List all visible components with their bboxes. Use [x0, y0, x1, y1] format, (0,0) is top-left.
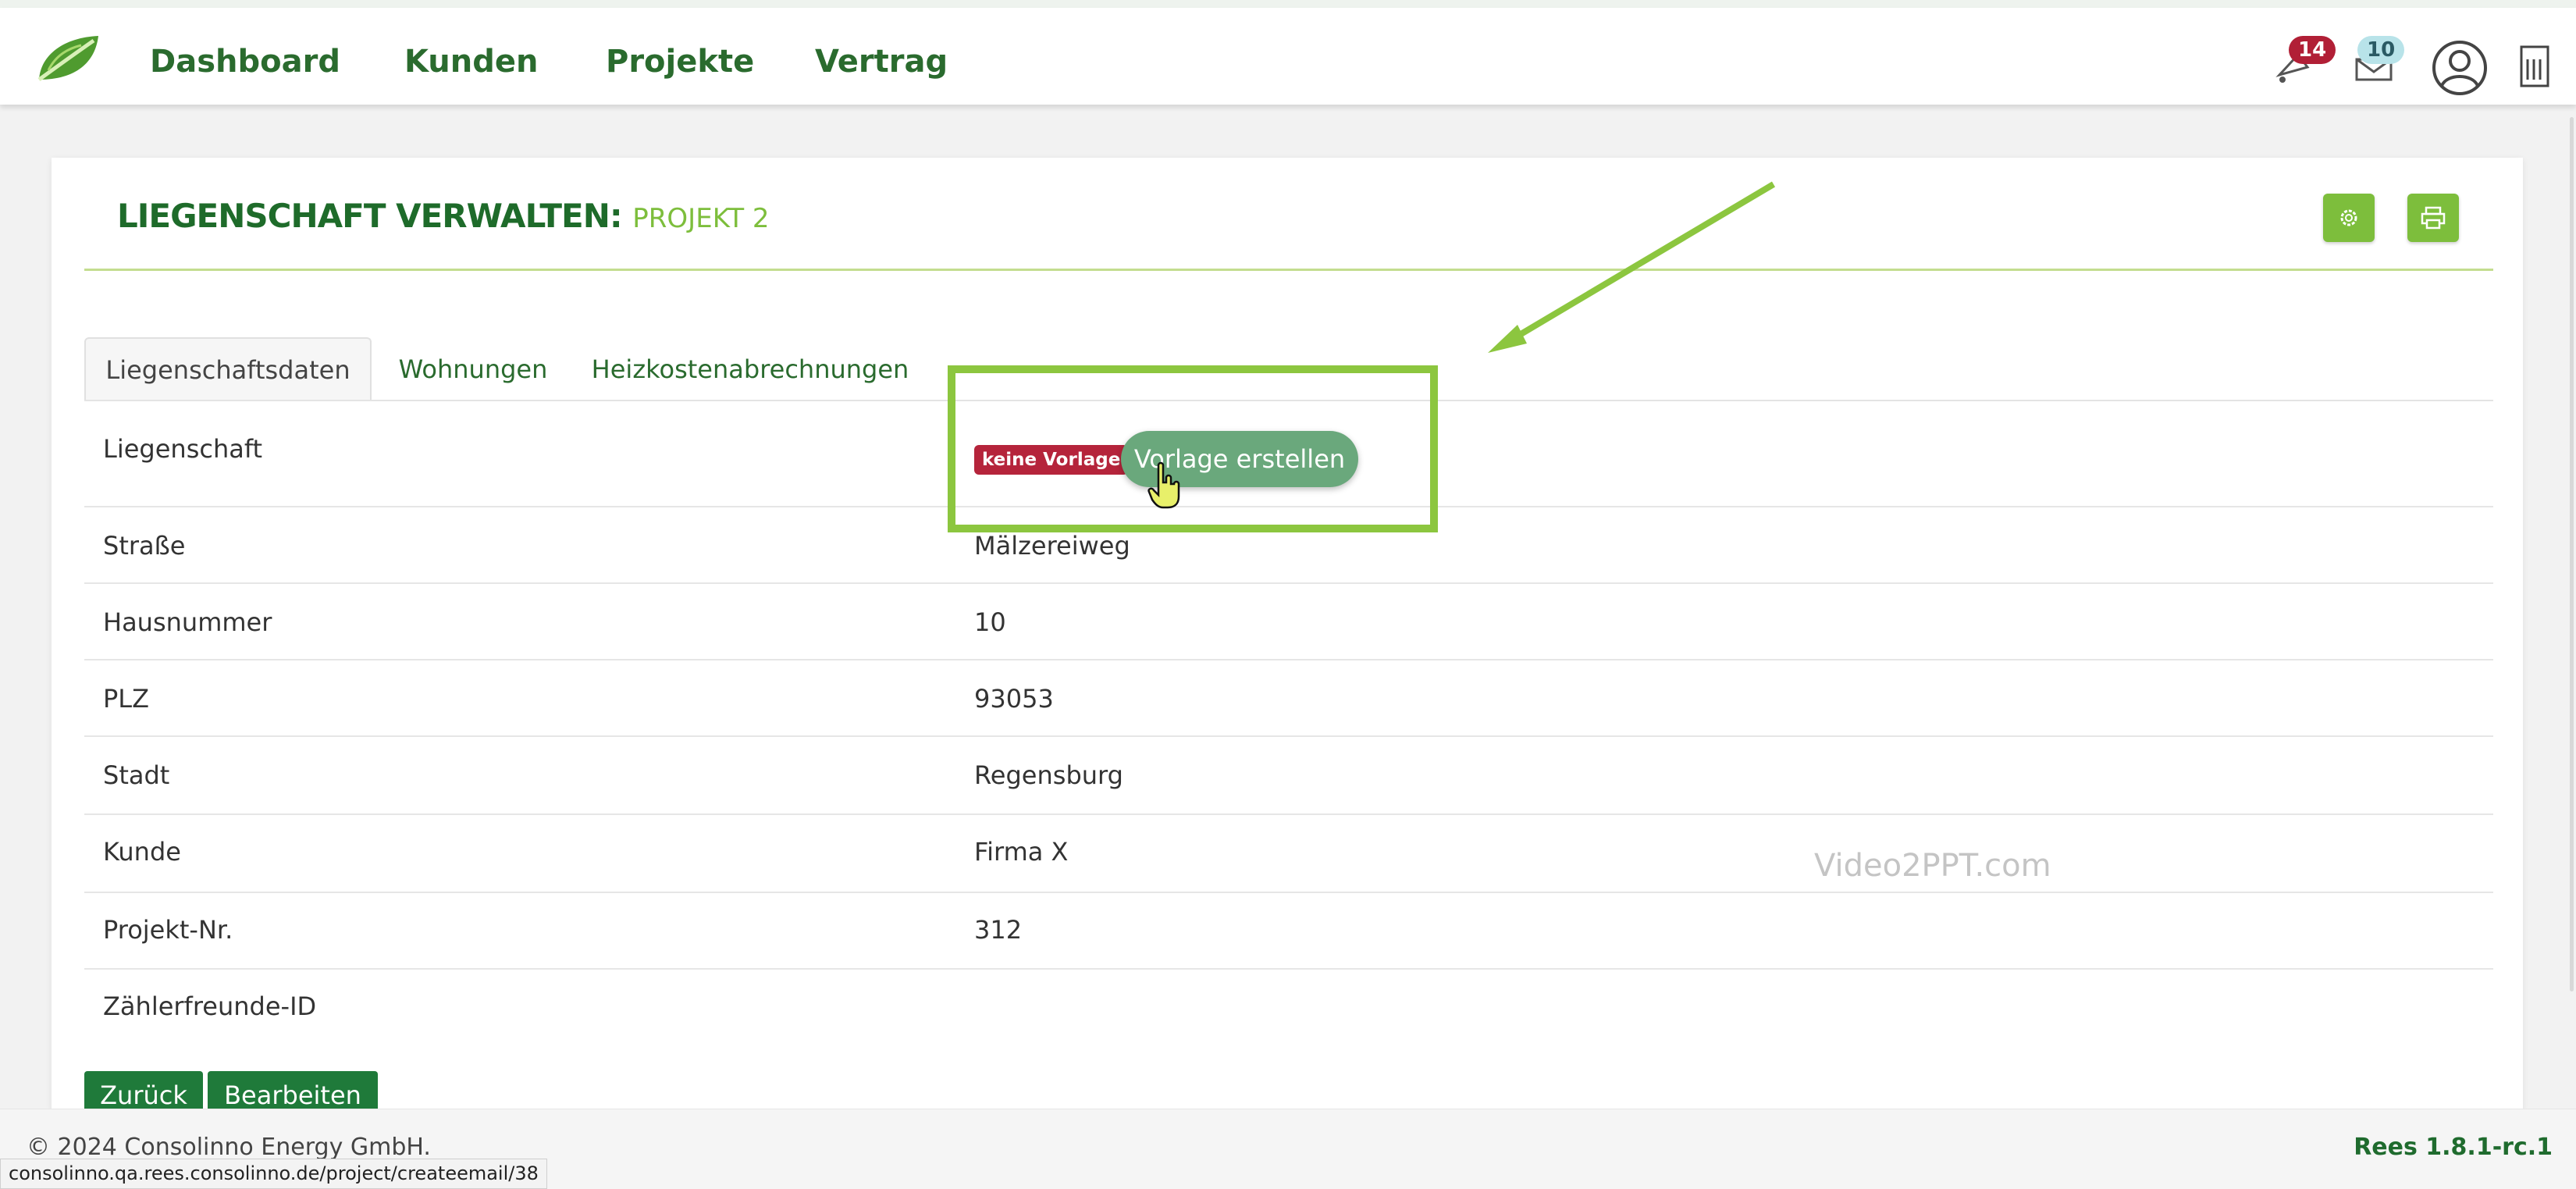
vertical-scrollbar[interactable]: [2570, 117, 2574, 991]
row-label-strasse: Straße: [103, 531, 186, 561]
leaf-logo-icon[interactable]: [33, 31, 103, 86]
title-divider: [84, 269, 2493, 271]
navbar: Dashboard Kunden Projekte Vertrag 14 10: [0, 8, 2576, 105]
row-label-kunde: Kunde: [103, 837, 181, 867]
page-title: LIEGENSCHAFT VERWALTEN: PROJEKT 2: [117, 197, 770, 235]
row-divider: [84, 813, 2493, 815]
highlight-box: [948, 365, 1438, 532]
notification-badge: 14: [2289, 36, 2336, 64]
row-label-hausnummer: Hausnummer: [103, 607, 272, 637]
row-label-liegenschaft: Liegenschaft: [103, 434, 263, 464]
settings-button[interactable]: [2323, 194, 2375, 242]
watermark: Video2PPT.com: [1814, 848, 2051, 884]
tab-wohnungen[interactable]: Wohnungen: [387, 337, 559, 401]
nav-vertrag[interactable]: Vertrag: [815, 44, 948, 80]
page-title-main: LIEGENSCHAFT VERWALTEN:: [117, 197, 623, 235]
row-value-kunde: Firma X: [974, 837, 1069, 867]
row-value-plz: 93053: [974, 684, 1054, 714]
row-label-projekt-nr: Projekt-Nr.: [103, 915, 233, 945]
footer-copyright: © 2024 Consolinno Energy GmbH.: [27, 1134, 431, 1161]
row-divider: [84, 735, 2493, 737]
footer-version: Rees 1.8.1-rc.1: [2354, 1134, 2553, 1161]
row-value-hausnummer: 10: [974, 607, 1006, 637]
row-divider: [84, 968, 2493, 970]
row-divider: [84, 892, 2493, 893]
row-divider: [84, 582, 2493, 584]
messages-badge: 10: [2357, 36, 2405, 64]
gear-icon: [2340, 209, 2357, 226]
tab-heizkostenabrechnungen[interactable]: Heizkostenabrechnungen: [587, 337, 913, 401]
printer-icon: [2421, 206, 2446, 230]
user-profile-icon[interactable]: [2431, 39, 2489, 97]
print-button[interactable]: [2407, 194, 2459, 242]
main-card: [52, 158, 2523, 1110]
row-value-strasse: Mälzereiweg: [974, 531, 1130, 561]
nav-projekte[interactable]: Projekte: [606, 44, 754, 80]
tab-liegenschaftsdaten[interactable]: Liegenschaftsdaten: [84, 337, 372, 401]
row-label-plz: PLZ: [103, 684, 150, 714]
nav-dashboard[interactable]: Dashboard: [150, 44, 340, 80]
nav-kunden[interactable]: Kunden: [404, 44, 538, 80]
row-label-stadt: Stadt: [103, 760, 170, 790]
row-value-projekt-nr: 312: [974, 915, 1023, 945]
row-value-stadt: Regensburg: [974, 760, 1123, 790]
top-strip: [0, 0, 2576, 8]
status-bar-url: consolinno.qa.rees.consolinno.de/project…: [0, 1159, 547, 1189]
document-icon[interactable]: [2515, 42, 2554, 91]
page-subtitle: PROJEKT 2: [632, 203, 770, 234]
row-label-zaehlerfreunde-id: Zählerfreunde-ID: [103, 991, 317, 1021]
row-divider: [84, 659, 2493, 660]
